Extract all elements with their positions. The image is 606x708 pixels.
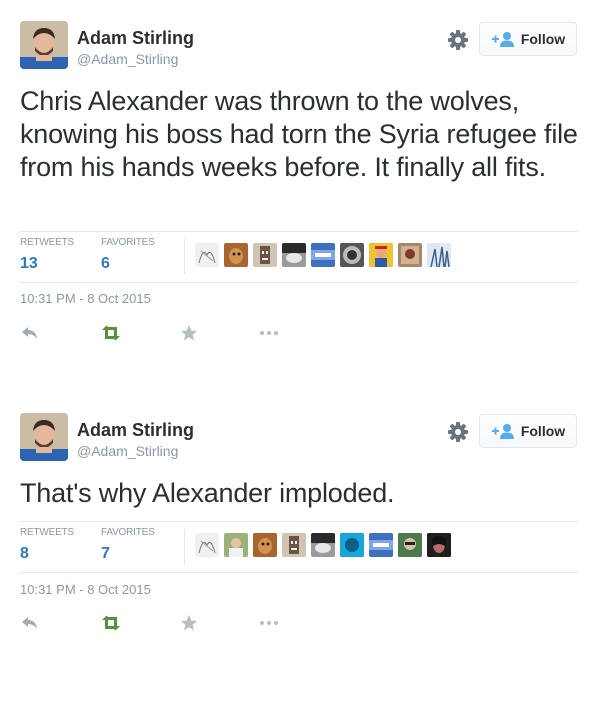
reply-icon[interactable] (20, 614, 42, 632)
favorites-count: 6 (101, 255, 110, 272)
favoriter-avatar[interactable] (427, 533, 451, 557)
favoriter-avatar[interactable] (282, 533, 306, 557)
retweets-count: 8 (20, 545, 29, 562)
retweets-count: 13 (20, 255, 38, 272)
favoriter-avatars (195, 243, 456, 267)
favoriter-avatar[interactable] (253, 243, 277, 267)
favoriter-avatar[interactable] (340, 243, 364, 267)
favoriter-avatar[interactable] (369, 243, 393, 267)
gear-icon[interactable] (447, 29, 469, 51)
add-person-icon (491, 423, 517, 439)
tweet-timestamp[interactable]: 10:31 PM - 8 Oct 2015 (20, 291, 151, 306)
retweets-label: RETWEETS (20, 527, 74, 538)
gear-icon[interactable] (447, 421, 469, 443)
favoriter-avatar[interactable] (311, 533, 335, 557)
favorites-stat[interactable]: FAVORITES 7 (101, 527, 155, 563)
retweet-icon[interactable] (100, 324, 122, 342)
retweets-stat[interactable]: RETWEETS 13 (20, 237, 74, 273)
author-name[interactable]: Adam Stirling (77, 28, 194, 49)
stats-divider (184, 239, 185, 275)
tweet-actions (20, 614, 320, 634)
follow-label: Follow (520, 423, 566, 439)
tweet-text: Chris Alexander was thrown to the wolves… (20, 86, 578, 182)
tweet-text: That's why Alexander imploded. (20, 478, 395, 508)
author-handle[interactable]: @Adam_Stirling (77, 51, 178, 67)
more-icon[interactable] (258, 324, 280, 342)
tweet-stats: RETWEETS 13 FAVORITES 6 (20, 231, 578, 283)
follow-button[interactable]: Follow (479, 22, 577, 56)
follow-label: Follow (520, 31, 566, 47)
follow-button[interactable]: Follow (479, 414, 577, 448)
favorites-count: 7 (101, 545, 110, 562)
favoriter-avatar[interactable] (311, 243, 335, 267)
add-person-icon (491, 31, 517, 47)
favoriter-avatar[interactable] (195, 243, 219, 267)
favoriter-avatar[interactable] (195, 533, 219, 557)
favoriter-avatar[interactable] (398, 533, 422, 557)
star-icon[interactable] (178, 324, 200, 342)
favorites-stat[interactable]: FAVORITES 6 (101, 237, 155, 273)
author-name[interactable]: Adam Stirling (77, 420, 194, 441)
favorites-label: FAVORITES (101, 527, 155, 538)
avatar[interactable] (20, 413, 68, 461)
star-icon[interactable] (178, 614, 200, 632)
favoriter-avatar[interactable] (369, 533, 393, 557)
reply-icon[interactable] (20, 324, 42, 342)
favoriter-avatar[interactable] (282, 243, 306, 267)
retweets-stat[interactable]: RETWEETS 8 (20, 527, 74, 563)
stats-divider (184, 529, 185, 565)
favoriter-avatars (195, 533, 456, 557)
favoriter-avatar[interactable] (398, 243, 422, 267)
retweet-icon[interactable] (100, 614, 122, 632)
author-handle[interactable]: @Adam_Stirling (77, 443, 178, 459)
retweets-label: RETWEETS (20, 237, 74, 248)
tweet-stats: RETWEETS 8 FAVORITES 7 (20, 521, 578, 573)
favoriter-avatar[interactable] (427, 243, 451, 267)
favoriter-avatar[interactable] (340, 533, 364, 557)
more-icon[interactable] (258, 614, 280, 632)
tweet-actions (20, 324, 320, 344)
avatar[interactable] (20, 21, 68, 69)
tweet-timestamp[interactable]: 10:31 PM - 8 Oct 2015 (20, 582, 151, 597)
favoriter-avatar[interactable] (253, 533, 277, 557)
favoriter-avatar[interactable] (224, 243, 248, 267)
favorites-label: FAVORITES (101, 237, 155, 248)
favoriter-avatar[interactable] (224, 533, 248, 557)
